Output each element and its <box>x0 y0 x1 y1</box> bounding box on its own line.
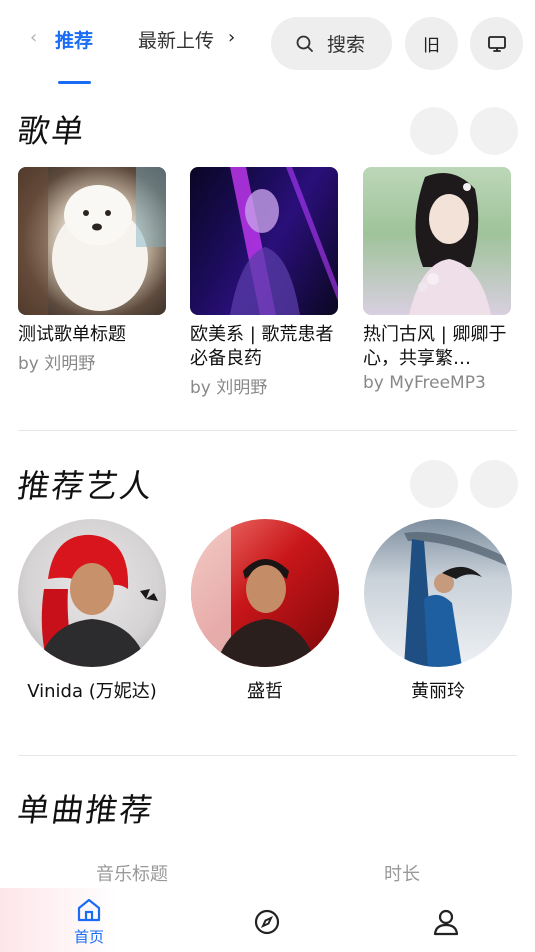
column-header-duration: 时长 <box>384 864 420 885</box>
tab-scroll-right-icon[interactable]: › <box>228 27 235 48</box>
artists-section-title: 推荐艺人 <box>15 467 157 505</box>
active-tab-indicator <box>58 81 91 84</box>
section-divider <box>18 755 517 756</box>
section-divider <box>18 430 517 431</box>
playlist-card[interactable]: 热门古风 | 卿卿于心，共享繁… by MyFreeMP3 <box>363 167 513 393</box>
home-icon <box>77 898 101 922</box>
search-button[interactable]: 搜索 <box>271 17 392 70</box>
artist-avatar <box>191 519 339 667</box>
top-bar: ‹ 推荐 最新上传 › 搜索 旧 <box>0 0 535 96</box>
nav-home[interactable]: 首页 <box>59 898 119 947</box>
bottom-navigation: 首页 <box>0 888 535 952</box>
playlist-title: 热门古风 | 卿卿于心，共享繁… <box>363 324 507 369</box>
artist-card[interactable]: 黄丽玲 <box>363 519 513 703</box>
artists-prev-button[interactable] <box>410 460 458 508</box>
playlists-prev-button[interactable] <box>410 107 458 155</box>
playlist-cover-image <box>363 167 511 315</box>
tv-mode-button[interactable] <box>470 17 523 70</box>
artist-name: 盛哲 <box>247 681 283 702</box>
search-label: 搜索 <box>327 34 366 56</box>
playlists-next-button[interactable] <box>470 107 518 155</box>
tab-strip: ‹ 推荐 最新上传 › <box>30 24 255 60</box>
artist-avatar <box>18 519 166 667</box>
old-version-label: 旧 <box>423 36 440 56</box>
artist-card[interactable]: Vinida (万妮达) <box>17 519 167 703</box>
search-icon <box>296 35 313 52</box>
artist-name: Vinida (万妮达) <box>27 681 157 702</box>
nav-home-label: 首页 <box>73 928 104 946</box>
compass-icon <box>254 909 280 935</box>
artist-avatar <box>364 519 512 667</box>
artist-card[interactable]: 盛哲 <box>190 519 340 703</box>
playlists-section-title: 歌单 <box>15 112 89 150</box>
tab-latest-upload[interactable]: 最新上传 <box>138 26 214 53</box>
songs-section-title: 单曲推荐 <box>15 791 157 829</box>
tab-recommend[interactable]: 推荐 <box>55 26 93 53</box>
user-icon <box>433 909 459 936</box>
artist-name: 黄丽玲 <box>411 681 465 702</box>
playlist-author: by 刘明野 <box>18 354 96 374</box>
playlist-card[interactable]: 欧美系 | 歌荒患者必备良药 by 刘明野 <box>190 167 340 398</box>
playlist-title: 欧美系 | 歌荒患者必备良药 <box>190 324 334 369</box>
playlist-title: 测试歌单标题 <box>18 324 126 345</box>
playlist-cover-image <box>18 167 166 315</box>
playlist-author: by MyFreeMP3 <box>363 373 486 393</box>
tab-scroll-left-icon[interactable]: ‹ <box>30 27 37 48</box>
old-version-button[interactable]: 旧 <box>405 17 458 70</box>
tv-icon <box>487 35 506 52</box>
column-header-title: 音乐标题 <box>96 864 168 885</box>
artists-next-button[interactable] <box>470 460 518 508</box>
playlist-cover-image <box>190 167 338 315</box>
playlist-author: by 刘明野 <box>190 378 268 398</box>
playlist-card[interactable]: 测试歌单标题 by 刘明野 <box>18 167 168 374</box>
nav-profile[interactable] <box>416 908 476 940</box>
nav-discover[interactable] <box>237 908 297 940</box>
